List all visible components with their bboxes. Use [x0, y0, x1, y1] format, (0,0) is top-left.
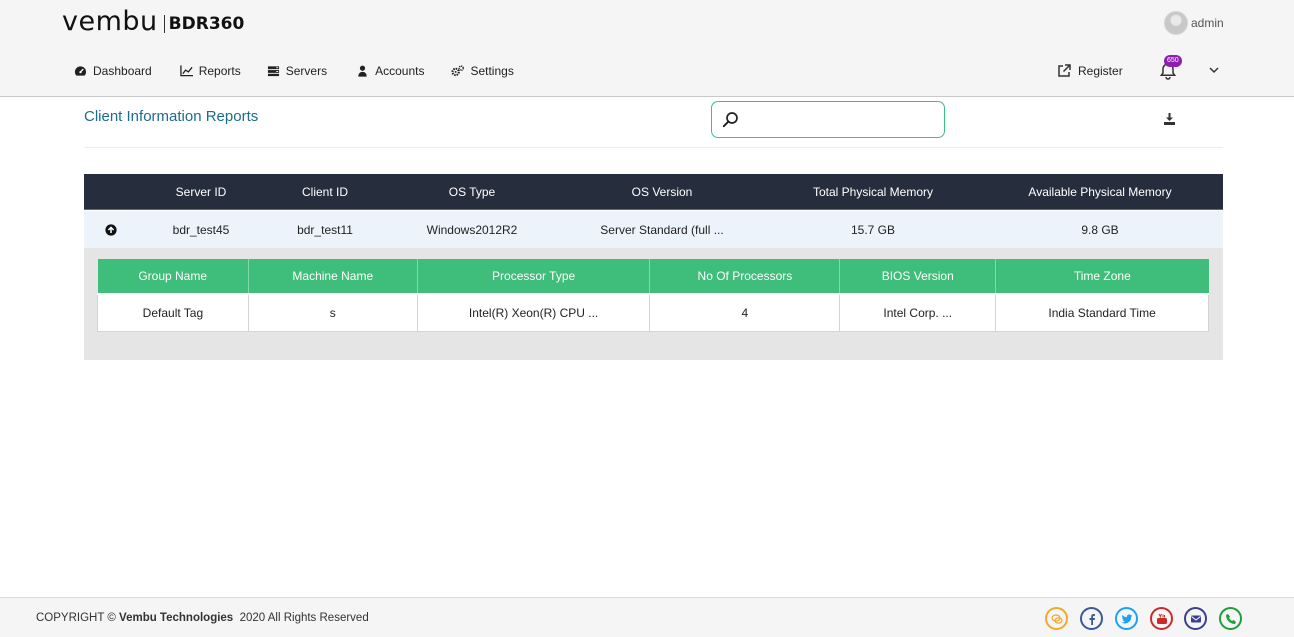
cell-no-of-processors: 4	[649, 293, 841, 332]
search-box	[711, 101, 945, 138]
copyright-text: COPYRIGHT © Vembu Technologies 2020 All …	[36, 612, 369, 624]
notification-badge: 650	[1164, 55, 1182, 67]
footer: COPYRIGHT © Vembu Technologies 2020 All …	[0, 597, 1294, 637]
nav-servers[interactable]: Servers	[267, 64, 327, 78]
detail-table: Group Name Machine Name Processor Type N…	[97, 259, 1209, 332]
brand-wordmark: vembu	[62, 6, 158, 37]
gears-icon	[451, 65, 465, 77]
cell-total-memory: 15.7 GB	[850, 222, 896, 237]
nav-dashboard-label: Dashboard	[93, 64, 152, 78]
register-label: Register	[1078, 64, 1123, 78]
col-client-id[interactable]: Client ID	[302, 174, 348, 209]
cell-bios-version: Intel Corp. ...	[839, 293, 997, 332]
cell-time-zone: India Standard Time	[995, 293, 1209, 332]
avatar	[1164, 11, 1188, 35]
collapse-arrow-icon[interactable]	[105, 224, 117, 236]
main-table-header: Server ID Client ID OS Type OS Version T…	[84, 174, 1223, 210]
nav-reports[interactable]: Reports	[179, 64, 241, 78]
search-icon	[722, 112, 738, 128]
nav-accounts[interactable]: Accounts	[356, 64, 424, 78]
col-os-type[interactable]: OS Type	[449, 174, 495, 209]
download-icon[interactable]	[1163, 113, 1176, 125]
top-header: vembu BDR360 admin Dashboard Reports Ser…	[0, 0, 1294, 97]
twitter-icon[interactable]	[1115, 607, 1138, 630]
col-os-version[interactable]: OS Version	[632, 174, 693, 209]
brand-product: BDR360	[168, 13, 245, 34]
brand-divider	[163, 14, 165, 33]
table-row[interactable]: bdr_test45 bdr_test11 Windows2012R2 Serv…	[84, 211, 1223, 248]
table-row[interactable]: Default Tag s Intel(R) Xeon(R) CPU ... 4…	[97, 293, 1209, 332]
dashboard-icon	[74, 65, 87, 77]
company-name: Vembu Technologies	[119, 612, 234, 624]
external-link-icon	[1058, 64, 1071, 77]
chat-icon[interactable]	[1045, 607, 1068, 630]
nav-dashboard[interactable]: Dashboard	[74, 64, 152, 78]
nav-accounts-label: Accounts	[375, 64, 425, 78]
cell-available-memory: 9.8 GB	[1081, 222, 1119, 237]
cell-os-version: Server Standard (full ...	[600, 222, 724, 237]
phone-icon[interactable]	[1219, 607, 1242, 630]
title-divider	[84, 147, 1223, 148]
copyright-prefix: COPYRIGHT ©	[36, 612, 116, 624]
col-time-zone[interactable]: Time Zone	[995, 259, 1209, 295]
col-total-memory[interactable]: Total Physical Memory	[813, 174, 933, 209]
user-icon	[356, 65, 369, 77]
cell-group-name: Default Tag	[97, 293, 249, 332]
nav-servers-label: Servers	[285, 64, 328, 78]
copyright-suffix: 2020 All Rights Reserved	[239, 612, 369, 624]
col-group-name[interactable]: Group Name	[97, 259, 249, 295]
server-icon	[267, 65, 280, 77]
cell-os-type: Windows2012R2	[426, 222, 518, 237]
brand-logo[interactable]: vembu BDR360	[62, 6, 244, 37]
cell-server-id: bdr_test45	[172, 222, 230, 237]
main-nav: Dashboard Reports Servers Accounts Setti…	[74, 64, 514, 78]
row-detail-panel: Group Name Machine Name Processor Type N…	[84, 248, 1223, 360]
nav-settings-label: Settings	[470, 64, 514, 78]
chart-icon	[179, 65, 193, 77]
nav-settings[interactable]: Settings	[451, 64, 514, 78]
col-bios-version[interactable]: BIOS Version	[839, 259, 997, 295]
cell-machine-name: s	[247, 293, 418, 332]
search-input[interactable]	[746, 108, 936, 132]
facebook-icon[interactable]	[1080, 607, 1103, 630]
col-available-memory[interactable]: Available Physical Memory	[1028, 174, 1171, 209]
col-processor-type[interactable]: Processor Type	[417, 259, 651, 295]
col-server-id[interactable]: Server ID	[176, 174, 227, 209]
col-machine-name[interactable]: Machine Name	[248, 259, 418, 295]
user-menu[interactable]: admin	[1164, 11, 1224, 35]
user-name: admin	[1191, 16, 1224, 30]
cell-processor-type: Intel(R) Xeon(R) CPU ...	[416, 293, 651, 332]
cell-client-id: bdr_test11	[297, 222, 353, 237]
nav-reports-label: Reports	[198, 64, 241, 78]
chevron-down-icon[interactable]	[1209, 66, 1219, 74]
email-icon[interactable]	[1184, 607, 1207, 630]
col-no-of-processors[interactable]: No Of Processors	[649, 259, 841, 295]
youtube-icon[interactable]	[1150, 607, 1173, 630]
register-link[interactable]: Register	[1057, 64, 1123, 78]
page-title: Client Information Reports	[84, 108, 259, 125]
